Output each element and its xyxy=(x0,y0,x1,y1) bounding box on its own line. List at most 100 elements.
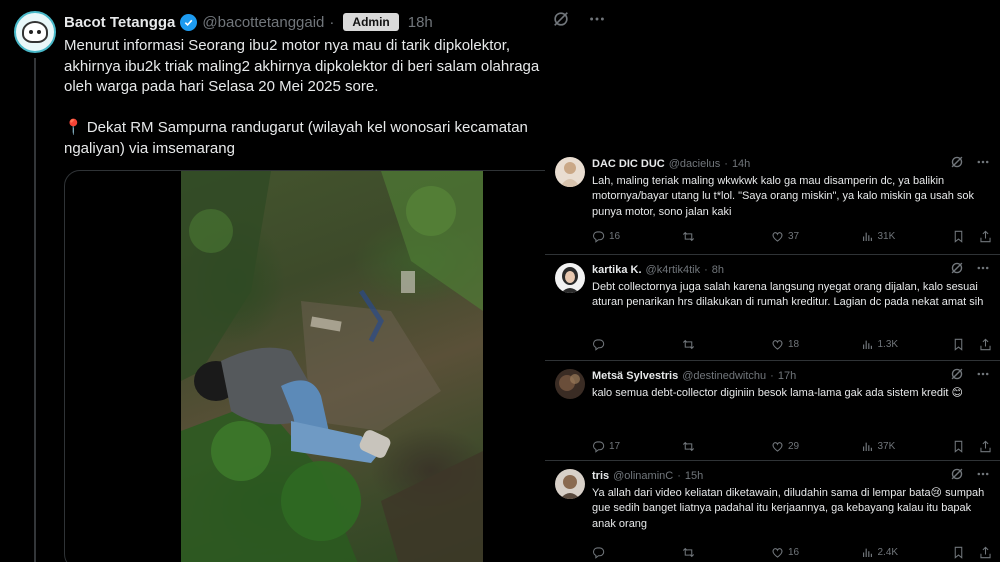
reply-button[interactable]: 17 xyxy=(592,440,682,453)
retweet-button[interactable] xyxy=(682,338,772,351)
heart-icon xyxy=(772,442,783,452)
share-icon[interactable] xyxy=(979,546,992,559)
author-name[interactable]: Metsä Sylvestris xyxy=(592,370,678,382)
separator-dot: · xyxy=(329,13,335,31)
video-media[interactable] xyxy=(64,170,616,562)
reply-button[interactable] xyxy=(592,338,682,351)
reply-actions xyxy=(950,261,990,275)
retweet-icon xyxy=(682,441,694,452)
reply-count: 17 xyxy=(609,441,621,452)
views-button[interactable]: 2.4K xyxy=(861,546,952,559)
retweet-button[interactable] xyxy=(682,440,772,453)
share-icon[interactable] xyxy=(979,230,992,243)
reply-actions xyxy=(950,367,990,381)
verified-icon xyxy=(180,13,198,31)
views-count: 37K xyxy=(877,441,896,452)
avatar[interactable] xyxy=(14,11,56,53)
more-icon[interactable] xyxy=(976,261,990,275)
reply-text: Ya allah dari video keliatan diketawain,… xyxy=(592,487,985,530)
share-icon[interactable] xyxy=(979,440,992,453)
retweet-button[interactable] xyxy=(682,546,772,559)
reply-icon xyxy=(593,547,605,559)
views-count: 2.4K xyxy=(877,547,899,558)
bookmark-icon[interactable] xyxy=(952,338,965,351)
reply-actions xyxy=(950,155,990,169)
views-count: 1.3K xyxy=(877,339,899,350)
separator-dot: · xyxy=(724,158,728,170)
grok-icon[interactable] xyxy=(950,367,964,381)
avatar[interactable] xyxy=(555,263,585,293)
reply-header: DAC DIC DUC @dacielus · 14h xyxy=(592,157,750,171)
author-name[interactable]: tris xyxy=(592,470,609,482)
reply-actions xyxy=(950,467,990,481)
like-button[interactable]: 18 xyxy=(771,338,861,351)
like-button[interactable]: 29 xyxy=(771,440,861,453)
author-handle[interactable]: @dacielus xyxy=(669,158,721,170)
author-handle[interactable]: @olinaminC xyxy=(613,470,673,482)
video-frame[interactable] xyxy=(181,171,483,562)
thread-line xyxy=(34,58,36,562)
author-name[interactable]: kartika K. xyxy=(592,264,642,276)
reply-button[interactable]: 16 xyxy=(592,230,682,243)
like-count: 18 xyxy=(788,339,800,350)
reply-text: Debt collectornya juga salah karena lang… xyxy=(592,281,984,309)
reply-item[interactable]: DAC DIC DUC @dacielus · 14h Lah, maling … xyxy=(545,149,1000,255)
reply-time[interactable]: 17h xyxy=(778,370,796,382)
reply-time[interactable]: 8h xyxy=(712,264,724,276)
retweet-icon xyxy=(682,339,694,350)
separator-dot: · xyxy=(677,470,681,482)
grok-icon[interactable] xyxy=(552,10,570,28)
bookmark-icon[interactable] xyxy=(952,230,965,243)
reply-header: Metsä Sylvestris @destinedwitchu · 17h xyxy=(592,369,796,383)
retweet-button[interactable] xyxy=(682,230,772,243)
reply-text: kalo semua debt-collector diginiin besok… xyxy=(592,387,963,399)
reply-time[interactable]: 14h xyxy=(732,158,750,170)
bookmark-icon[interactable] xyxy=(952,440,965,453)
more-icon[interactable] xyxy=(976,155,990,169)
reply-button[interactable] xyxy=(592,546,682,559)
avatar[interactable] xyxy=(555,469,585,499)
more-icon[interactable] xyxy=(976,467,990,481)
author-handle[interactable]: @bacottetanggaid xyxy=(202,14,324,31)
replies-panel: DAC DIC DUC @dacielus · 14h Lah, maling … xyxy=(545,149,1000,562)
views-button[interactable]: 31K xyxy=(861,230,952,243)
avatar[interactable] xyxy=(555,157,585,187)
like-button[interactable]: 16 xyxy=(771,546,861,559)
like-count: 29 xyxy=(788,441,800,452)
more-icon[interactable] xyxy=(588,10,606,28)
reply-time[interactable]: 15h xyxy=(685,470,703,482)
tweet-actions xyxy=(552,10,606,28)
bookmark-icon[interactable] xyxy=(952,546,965,559)
avatar[interactable] xyxy=(555,369,585,399)
views-icon xyxy=(862,340,872,350)
views-button[interactable]: 37K xyxy=(861,440,952,453)
grok-icon[interactable] xyxy=(950,155,964,169)
author-name[interactable]: Bacot Tetangga xyxy=(64,14,175,31)
reply-item[interactable]: Metsä Sylvestris @destinedwitchu · 17h k… xyxy=(545,361,1000,461)
reply-count: 16 xyxy=(609,231,621,242)
grok-icon[interactable] xyxy=(950,261,964,275)
heart-icon xyxy=(772,340,783,350)
like-button[interactable]: 37 xyxy=(771,230,861,243)
more-icon[interactable] xyxy=(976,367,990,381)
reply-icon xyxy=(593,339,605,351)
share-icon[interactable] xyxy=(979,338,992,351)
retweet-icon xyxy=(682,547,694,558)
reply-metrics: 17 29 37K xyxy=(592,440,992,453)
author-name[interactable]: DAC DIC DUC xyxy=(592,158,665,170)
separator-dot: · xyxy=(770,370,774,382)
reply-icon xyxy=(593,231,605,243)
reply-item[interactable]: kartika K. @k4rtik4tik · 8h Debt collect… xyxy=(545,255,1000,361)
main-tweet: Bacot Tetangga @bacottetanggaid · Admin … xyxy=(0,0,616,562)
tweet-time[interactable]: 18h xyxy=(408,14,433,31)
views-count: 31K xyxy=(877,231,896,242)
grok-icon[interactable] xyxy=(950,467,964,481)
video-scene xyxy=(181,171,483,562)
author-handle[interactable]: @k4rtik4tik xyxy=(646,264,701,276)
reply-metrics: 16 2.4K xyxy=(592,546,992,559)
views-button[interactable]: 1.3K xyxy=(861,338,952,351)
reply-metrics: 18 1.3K xyxy=(592,338,992,351)
reply-item[interactable]: tris @olinaminC · 15h Ya allah dari vide… xyxy=(545,461,1000,562)
admin-badge: Admin xyxy=(343,13,399,31)
author-handle[interactable]: @destinedwitchu xyxy=(682,370,766,382)
